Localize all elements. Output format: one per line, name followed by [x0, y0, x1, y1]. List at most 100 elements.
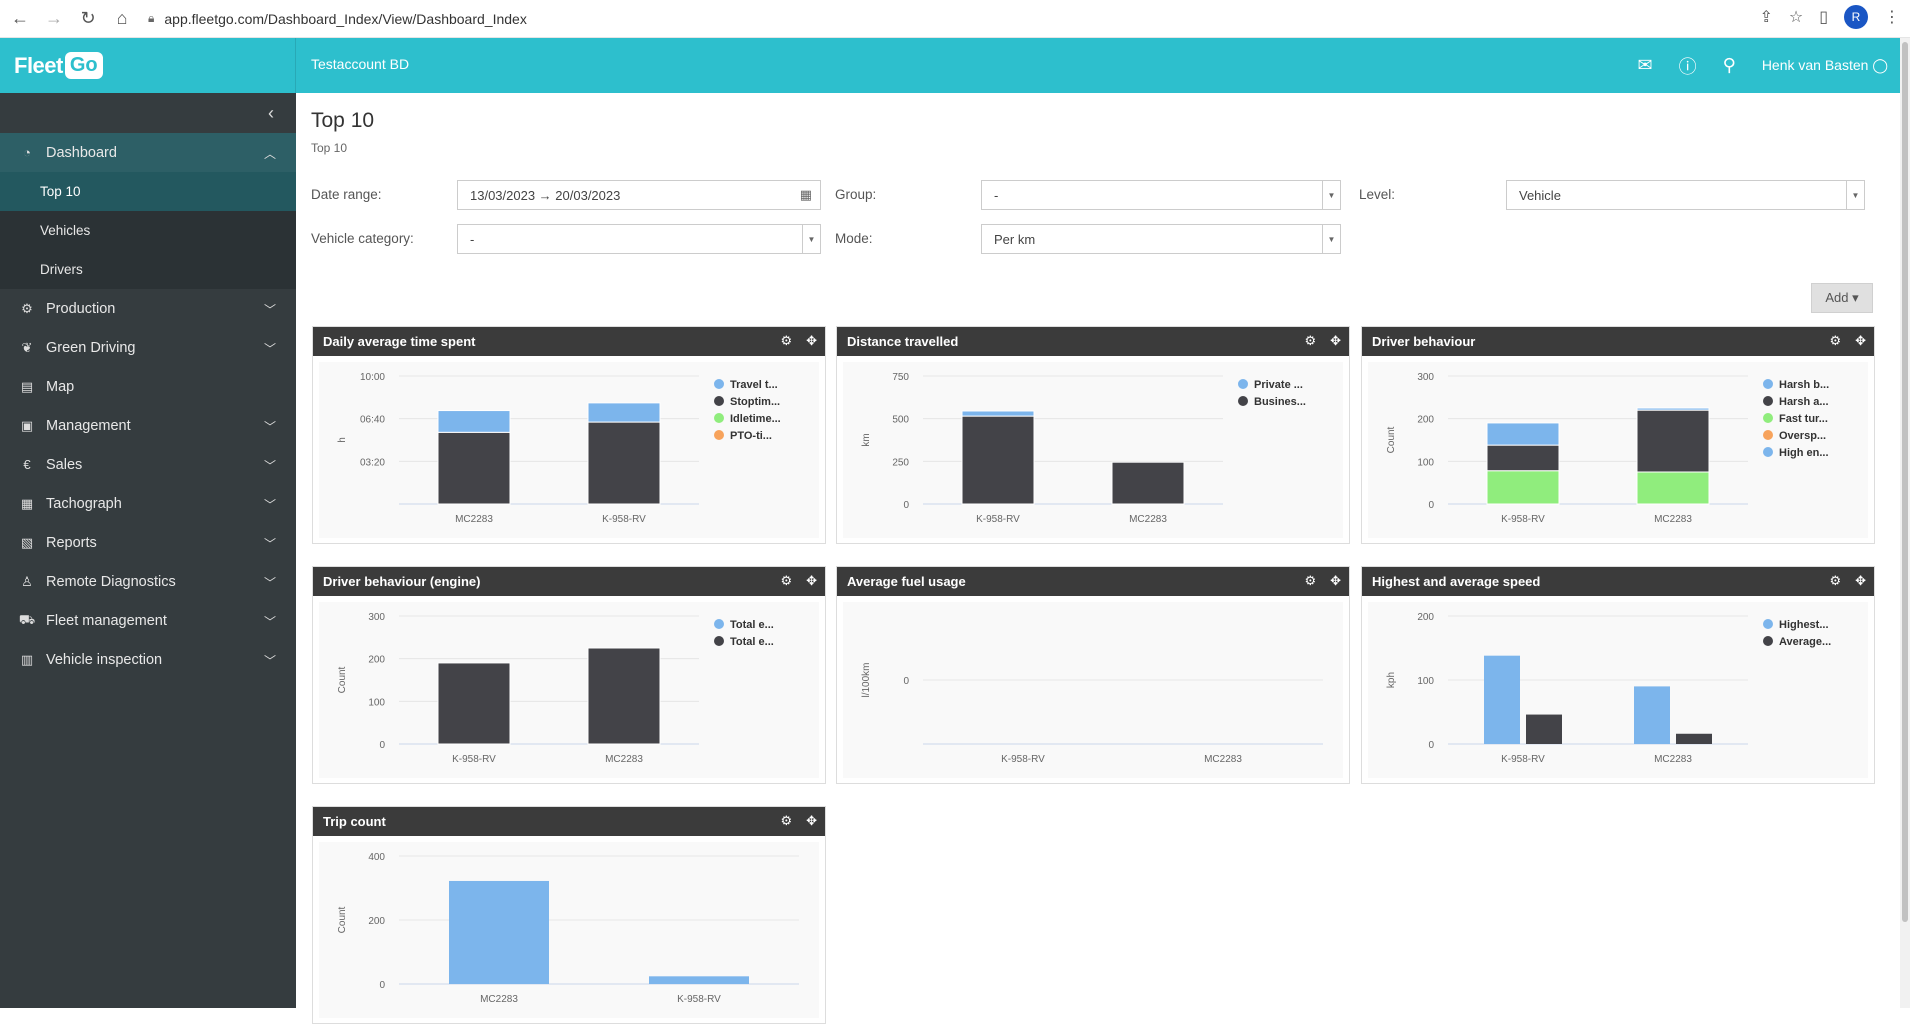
- gear-icon[interactable]: ⚙: [1829, 333, 1841, 349]
- sidebar-item-vehicle-inspection[interactable]: ▥ Vehicle inspection ﹀: [0, 640, 296, 679]
- search-icon[interactable]: ⚲: [1723, 55, 1736, 76]
- move-icon[interactable]: ✥: [806, 333, 817, 349]
- sidebar-item-reports[interactable]: ▧ Reports ﹀: [0, 523, 296, 562]
- gear-icon[interactable]: ⚙: [780, 333, 792, 349]
- sidebar-subitem-vehicles[interactable]: Vehicles: [0, 211, 296, 250]
- legend-item[interactable]: Stoptim...: [730, 396, 780, 408]
- move-icon[interactable]: ✥: [1330, 573, 1341, 589]
- sidebar-item-green-driving[interactable]: ❦ Green Driving ﹀: [0, 328, 296, 367]
- bar[interactable]: [449, 880, 549, 984]
- move-icon[interactable]: ✥: [806, 813, 817, 829]
- bar-segment[interactable]: [1486, 470, 1560, 505]
- home-icon[interactable]: ⌂: [108, 5, 136, 33]
- bar-segment[interactable]: [437, 410, 511, 433]
- sidebar-item-dashboard[interactable]: ◔ Dashboard ︿: [0, 133, 296, 172]
- forward-icon[interactable]: →: [40, 5, 68, 33]
- bar-segment[interactable]: [961, 410, 1035, 417]
- gear-icon[interactable]: ⚙: [1304, 573, 1316, 589]
- widget-header[interactable]: Average fuel usage ⚙ ✥: [837, 567, 1349, 596]
- sidebar-item-sales[interactable]: € Sales ﹀: [0, 445, 296, 484]
- back-icon[interactable]: ←: [6, 5, 34, 33]
- widget-header[interactable]: Driver behaviour ⚙ ✥: [1362, 327, 1874, 356]
- profile-avatar[interactable]: R: [1844, 5, 1868, 29]
- sidebar-subitem-drivers[interactable]: Drivers: [0, 250, 296, 289]
- gear-icon[interactable]: ⚙: [1829, 573, 1841, 589]
- bar-segment[interactable]: [1636, 409, 1710, 473]
- bar[interactable]: [1526, 714, 1562, 744]
- sidebar-item-map[interactable]: ▤ Map: [0, 367, 296, 406]
- mode-select[interactable]: Per km ▼: [981, 224, 1341, 254]
- legend-item[interactable]: Fast tur...: [1779, 413, 1828, 425]
- group-select[interactable]: - ▼: [981, 180, 1341, 210]
- gear-icon[interactable]: ⚙: [780, 813, 792, 829]
- chevron-down-icon[interactable]: ﹀: [264, 301, 276, 318]
- vehicle-category-select[interactable]: - ▼: [457, 224, 821, 254]
- bar[interactable]: [1634, 686, 1670, 744]
- legend-item[interactable]: Harsh b...: [1779, 379, 1829, 391]
- chevron-down-icon[interactable]: ﹀: [264, 496, 276, 513]
- sidepanel-icon[interactable]: ▯: [1819, 7, 1828, 27]
- bar-segment[interactable]: [1486, 444, 1560, 472]
- legend-item[interactable]: Private ...: [1254, 379, 1303, 391]
- sidebar-item-production[interactable]: ⚙ Production ﹀: [0, 289, 296, 328]
- widget-header[interactable]: Highest and average speed ⚙ ✥: [1362, 567, 1874, 596]
- widget-header[interactable]: Trip count ⚙ ✥: [313, 807, 825, 836]
- move-icon[interactable]: ✥: [1855, 573, 1866, 589]
- bar[interactable]: [649, 976, 749, 984]
- bar-segment[interactable]: [1111, 461, 1185, 505]
- address-bar[interactable]: 🔒︎ app.fleetgo.com/Dashboard_Index/View/…: [148, 5, 1788, 33]
- reload-icon[interactable]: ↻: [74, 5, 102, 33]
- add-widget-button[interactable]: Add ▾: [1811, 283, 1873, 313]
- chevron-down-icon[interactable]: ﹀: [264, 613, 276, 630]
- legend-item[interactable]: PTO-ti...: [730, 430, 772, 442]
- bar-segment[interactable]: [587, 421, 661, 505]
- help-icon[interactable]: ⓘ: [1679, 53, 1697, 79]
- legend-item[interactable]: Average...: [1779, 636, 1831, 648]
- legend-item[interactable]: Busines...: [1254, 396, 1306, 408]
- sidebar-item-tachograph[interactable]: ▦ Tachograph ﹀: [0, 484, 296, 523]
- move-icon[interactable]: ✥: [1855, 333, 1866, 349]
- bar[interactable]: [1484, 655, 1520, 744]
- bar-segment[interactable]: [1636, 407, 1710, 411]
- sidebar-item-remote-diagnostics[interactable]: ♙ Remote Diagnostics ﹀: [0, 562, 296, 601]
- menu-dots-icon[interactable]: ⋮: [1884, 7, 1900, 27]
- widget-header[interactable]: Driver behaviour (engine) ⚙ ✥: [313, 567, 825, 596]
- legend-item[interactable]: Highest...: [1779, 619, 1829, 631]
- gear-icon[interactable]: ⚙: [1304, 333, 1316, 349]
- collapse-sidebar-icon[interactable]: ‹: [0, 93, 296, 133]
- star-icon[interactable]: ☆: [1789, 7, 1803, 27]
- bar-segment[interactable]: [1486, 422, 1560, 446]
- legend-item[interactable]: High en...: [1779, 447, 1829, 459]
- gear-icon[interactable]: ⚙: [780, 573, 792, 589]
- sidebar-item-fleet-management[interactable]: ⛟ Fleet management ﹀: [0, 601, 296, 640]
- chevron-down-icon[interactable]: ﹀: [264, 418, 276, 435]
- bar-segment[interactable]: [1636, 471, 1710, 505]
- page-scrollbar[interactable]: [1900, 38, 1910, 1008]
- chevron-down-icon[interactable]: ﹀: [264, 340, 276, 357]
- bar-segment[interactable]: [587, 647, 661, 745]
- widget-header[interactable]: Distance travelled ⚙ ✥: [837, 327, 1349, 356]
- sidebar-subitem-top-10[interactable]: Top 10: [0, 172, 296, 211]
- sidebar-item-management[interactable]: ▣ Management ﹀: [0, 406, 296, 445]
- bar-segment[interactable]: [587, 402, 661, 423]
- widget-header[interactable]: Daily average time spent ⚙ ✥: [313, 327, 825, 356]
- chevron-up-icon[interactable]: ︿: [264, 145, 276, 162]
- account-name[interactable]: Testaccount BD: [311, 56, 409, 72]
- bar-segment[interactable]: [437, 662, 511, 745]
- bar-segment[interactable]: [437, 431, 511, 505]
- legend-item[interactable]: Total e...: [730, 619, 774, 631]
- legend-item[interactable]: Harsh a...: [1779, 396, 1829, 408]
- logo[interactable]: Fleet Go: [0, 38, 296, 93]
- calendar-icon[interactable]: ▦: [800, 187, 812, 203]
- bar[interactable]: [1676, 733, 1712, 744]
- level-select[interactable]: Vehicle ▼: [1506, 180, 1865, 210]
- share-icon[interactable]: ⇪: [1759, 7, 1772, 27]
- legend-item[interactable]: Travel t...: [730, 379, 778, 391]
- user-name[interactable]: Henk van Basten ◯: [1762, 57, 1888, 74]
- date-range-input[interactable]: 13/03/2023 → 20/03/2023 ▦: [457, 180, 821, 210]
- chevron-down-icon[interactable]: ﹀: [264, 457, 276, 474]
- move-icon[interactable]: ✥: [1330, 333, 1341, 349]
- move-icon[interactable]: ✥: [806, 573, 817, 589]
- bar-segment[interactable]: [961, 415, 1035, 505]
- chevron-down-icon[interactable]: ﹀: [264, 535, 276, 552]
